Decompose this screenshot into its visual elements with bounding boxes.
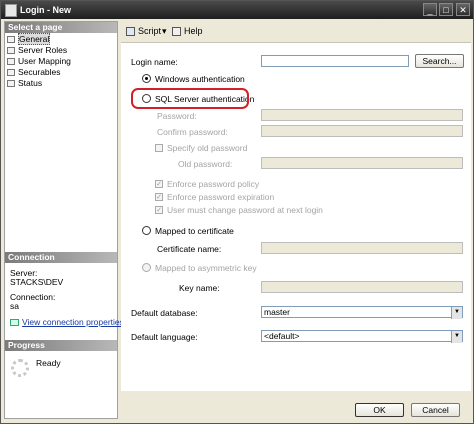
sql-auth-highlight-ring — [131, 88, 249, 109]
connection-header: Connection — [5, 252, 117, 263]
view-connection-properties-link[interactable]: View connection properties — [10, 317, 124, 327]
chevron-down-icon: ▼ — [451, 307, 462, 319]
enforce-policy-label: Enforce password policy — [167, 179, 260, 189]
certificate-name-label: Certificate name: — [157, 244, 222, 254]
key-name-input[interactable] — [261, 281, 463, 293]
must-change-label: User must change password at next login — [167, 205, 323, 215]
title-bar: Login - New _ □ ✕ — [1, 1, 473, 19]
certificate-name-input[interactable] — [261, 242, 463, 254]
confirm-password-label: Confirm password: — [157, 127, 228, 137]
windows-auth-radio[interactable] — [142, 74, 151, 83]
app-icon — [5, 4, 17, 17]
password-input[interactable] — [261, 109, 463, 121]
maximize-button[interactable]: □ — [439, 3, 453, 16]
mapped-asymmetric-key-label: Mapped to asymmetric key — [155, 263, 257, 273]
page-item-securables[interactable]: Securables — [7, 67, 61, 77]
dialog-buttons: OK Cancel — [121, 397, 471, 421]
specify-old-password-label: Specify old password — [167, 143, 248, 153]
old-password-label: Old password: — [178, 159, 233, 169]
enforce-policy-checkbox[interactable]: ✓ — [155, 180, 163, 188]
server-value: STACKS\DEV — [10, 277, 64, 287]
login-name-label: Login name: — [131, 57, 178, 67]
specify-old-password-checkbox[interactable] — [155, 144, 163, 152]
page-item-general[interactable]: General — [7, 33, 51, 45]
page-icon — [7, 47, 15, 54]
help-button[interactable]: Help — [172, 26, 203, 36]
progress-status: Ready — [36, 358, 61, 368]
login-name-input[interactable] — [261, 55, 409, 67]
enforce-expiration-label: Enforce password expiration — [167, 192, 275, 202]
password-label: Password: — [157, 111, 197, 121]
mapped-certificate-label: Mapped to certificate — [155, 226, 234, 236]
page-icon — [7, 80, 15, 87]
script-dropdown-arrow-icon[interactable]: ▾ — [162, 26, 167, 37]
default-language-select[interactable]: <default> ▼ — [261, 330, 463, 343]
script-icon — [126, 27, 135, 36]
windows-auth-label: Windows authentication — [155, 74, 245, 84]
search-button[interactable]: Search... — [415, 54, 464, 68]
login-new-window: Login - New _ □ ✕ Select a page General … — [0, 0, 474, 424]
chevron-down-icon: ▼ — [451, 331, 462, 343]
connection-value: sa — [10, 301, 19, 311]
cancel-button[interactable]: Cancel — [411, 403, 460, 417]
mapped-asymmetric-key-radio[interactable] — [142, 263, 151, 272]
properties-icon — [10, 319, 19, 326]
must-change-checkbox[interactable]: ✓ — [155, 206, 163, 214]
confirm-password-input[interactable] — [261, 125, 463, 137]
page-item-server-roles[interactable]: Server Roles — [7, 45, 67, 55]
toolbar: Script ▾ Help — [121, 22, 471, 43]
progress-spinner-icon — [11, 359, 29, 377]
old-password-input[interactable] — [261, 157, 463, 169]
help-icon — [172, 27, 181, 36]
window-title: Login - New — [20, 5, 71, 15]
minimize-button[interactable]: _ — [423, 3, 437, 16]
script-button[interactable]: Script — [126, 26, 161, 36]
key-name-label: Key name: — [179, 283, 220, 293]
mapped-certificate-radio[interactable] — [142, 226, 151, 235]
enforce-expiration-checkbox[interactable]: ✓ — [155, 193, 163, 201]
page-icon — [7, 69, 15, 76]
left-pane: Select a page General Server Roles User … — [4, 21, 124, 419]
default-language-label: Default language: — [131, 332, 198, 342]
ok-button[interactable]: OK — [355, 403, 404, 417]
page-item-user-mapping[interactable]: User Mapping — [7, 56, 71, 66]
close-button[interactable]: ✕ — [456, 3, 470, 16]
page-item-status[interactable]: Status — [7, 78, 42, 88]
default-database-label: Default database: — [131, 308, 198, 318]
default-database-select[interactable]: master ▼ — [261, 306, 463, 319]
page-icon — [7, 58, 15, 65]
progress-header: Progress — [5, 340, 117, 351]
page-icon — [7, 36, 15, 43]
select-page-header: Select a page — [5, 22, 117, 33]
